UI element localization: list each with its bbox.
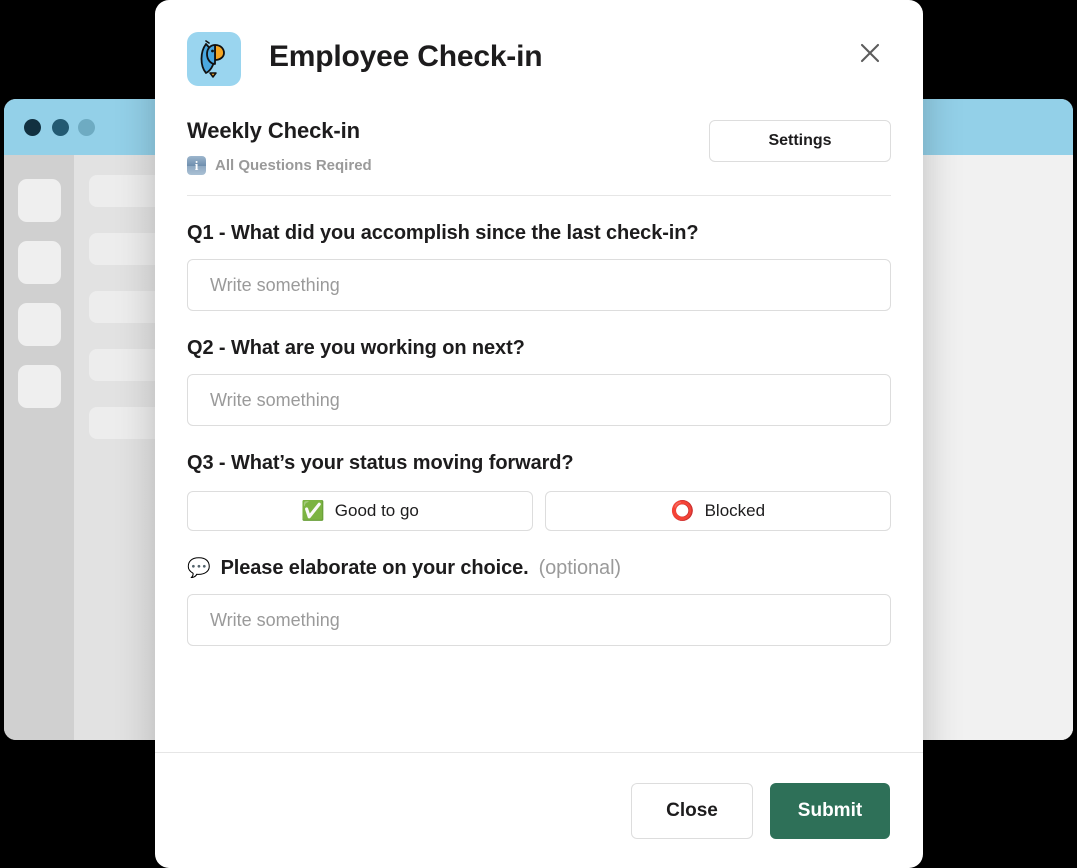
speech-balloon-icon: 💬 bbox=[187, 558, 211, 579]
info-icon: i bbox=[187, 156, 206, 175]
elaborate-optional-suffix: (optional) bbox=[538, 557, 621, 579]
window-dot-close[interactable] bbox=[24, 119, 41, 136]
close-button[interactable]: Close bbox=[631, 782, 753, 839]
background-sidebar bbox=[4, 155, 74, 740]
close-icon[interactable] bbox=[855, 38, 885, 68]
modal-footer: Close Submit bbox=[155, 753, 923, 868]
white-check-mark-icon: ✅ bbox=[301, 500, 325, 522]
subheader-left: Weekly Check-in i All Questions Reqired bbox=[187, 118, 372, 175]
question-2-input[interactable] bbox=[187, 374, 891, 426]
sidebar-tile bbox=[18, 365, 61, 408]
sidebar-tile bbox=[18, 303, 61, 346]
bird-app-icon bbox=[187, 32, 241, 86]
employee-checkin-modal: Employee Check-in Weekly Check-in i All … bbox=[155, 0, 923, 868]
window-dot-minimize[interactable] bbox=[52, 119, 69, 136]
option-blocked-label: Blocked bbox=[704, 501, 766, 520]
window-dot-maximize[interactable] bbox=[78, 119, 95, 136]
elaborate-label: 💬 Please elaborate on your choice. (opti… bbox=[187, 557, 891, 580]
sidebar-tile bbox=[18, 179, 61, 222]
required-note-label: All Questions Reqired bbox=[215, 157, 372, 174]
elaborate-input[interactable] bbox=[187, 594, 891, 646]
elaborate-label-text: Please elaborate on your choice. bbox=[220, 557, 529, 579]
option-blocked[interactable]: ⭕ Blocked bbox=[545, 491, 891, 531]
option-good-to-go[interactable]: ✅ Good to go bbox=[187, 491, 533, 531]
checkin-title: Weekly Check-in bbox=[187, 118, 360, 143]
subheader: Weekly Check-in i All Questions Reqired … bbox=[187, 110, 891, 175]
question-1-input[interactable] bbox=[187, 259, 891, 311]
question-3-label: Q3 - What’s your status moving forward? bbox=[187, 452, 574, 474]
question-1-label: Q1 - What did you accomplish since the l… bbox=[187, 222, 699, 244]
modal-body: Weekly Check-in i All Questions Reqired … bbox=[155, 110, 923, 646]
settings-button[interactable]: Settings bbox=[709, 120, 891, 162]
question-2-label: Q2 - What are you working on next? bbox=[187, 337, 525, 359]
screenshot-stage: Employee Check-in Weekly Check-in i All … bbox=[0, 0, 1077, 868]
modal-title: Employee Check-in bbox=[269, 40, 543, 73]
option-good-to-go-label: Good to go bbox=[334, 501, 419, 520]
required-note: i All Questions Reqired bbox=[187, 156, 372, 175]
red-octagon-icon: ⭕ bbox=[670, 500, 695, 522]
sidebar-tile bbox=[18, 241, 61, 284]
submit-button[interactable]: Submit bbox=[770, 782, 890, 839]
modal-header: Employee Check-in bbox=[155, 0, 923, 110]
header-divider bbox=[187, 195, 891, 196]
question-3-options: ✅ Good to go ⭕ Blocked bbox=[187, 491, 891, 531]
